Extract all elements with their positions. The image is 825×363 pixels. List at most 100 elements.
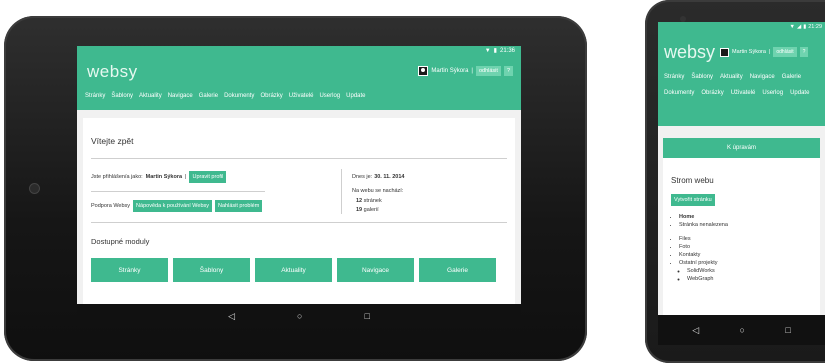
logged-in-line: Jste přihlášen/a jako: Martin Sýkora | U… bbox=[91, 169, 331, 185]
create-page-button[interactable]: Vytvořit stránku bbox=[671, 194, 715, 206]
wifi-icon: ▼ bbox=[484, 47, 491, 54]
module-stranky[interactable]: Stránky bbox=[91, 258, 168, 282]
user-separator: | bbox=[768, 49, 771, 55]
modules-grid: Stránky Šablony Aktuality Navigace Galer… bbox=[91, 258, 507, 282]
pages-count: 12 bbox=[356, 198, 363, 204]
galleries-count: 19 bbox=[356, 207, 363, 213]
logged-in-name: Martin Sýkora bbox=[145, 174, 183, 180]
site-stats: Dnes je: 30. 11. 2014 Na webu se nachází… bbox=[341, 169, 404, 214]
tree-title: Strom webu bbox=[671, 176, 714, 185]
module-galerie[interactable]: Galerie bbox=[419, 258, 496, 282]
support-label: Podpora Websy bbox=[91, 203, 131, 209]
web-contains-label: Na webu se nachází: bbox=[352, 188, 404, 194]
nav-item-update[interactable]: Update bbox=[346, 93, 365, 99]
info-row: Jste přihlášen/a jako: Martin Sýkora | U… bbox=[91, 169, 507, 214]
home-icon[interactable]: ○ bbox=[297, 311, 302, 321]
websy-logo[interactable]: websy bbox=[664, 42, 715, 63]
nav-item-userlog[interactable]: Userlog bbox=[762, 90, 783, 96]
tablet-camera bbox=[30, 184, 39, 193]
battery-icon: ▮ bbox=[803, 24, 807, 30]
nav-item-stranky[interactable]: Stránky bbox=[85, 93, 105, 99]
tree-item[interactable]: Foto bbox=[679, 244, 820, 252]
divider bbox=[91, 222, 507, 223]
tree-item[interactable]: Kontakty bbox=[679, 252, 820, 260]
tree-item[interactable]: Home bbox=[679, 214, 820, 222]
galleries-stat: 19 galerií bbox=[356, 207, 404, 213]
user-name[interactable]: Martin Sýkora bbox=[732, 49, 766, 55]
nav-item-uzivatele[interactable]: Uživatelé bbox=[289, 93, 314, 99]
android-nav-bar: ◁ ○ □ bbox=[77, 304, 521, 328]
nav-item-navigace[interactable]: Navigace bbox=[750, 74, 775, 80]
report-problem-button[interactable]: Nahlásit problém bbox=[215, 200, 263, 212]
nav-item-sablony[interactable]: Šablony bbox=[111, 93, 133, 99]
nav-item-galerie[interactable]: Galerie bbox=[782, 74, 801, 80]
edit-profile-button[interactable]: Upravit profil bbox=[189, 171, 227, 183]
divider bbox=[91, 158, 507, 159]
nav-item-userlog[interactable]: Userlog bbox=[319, 93, 340, 99]
status-bar: ▼ ◢ ▮ 21:29 bbox=[658, 22, 825, 32]
main-nav: Stránky Šablony Aktuality Navigace Galer… bbox=[664, 74, 814, 96]
today-line: Dnes je: 30. 11. 2014 bbox=[352, 169, 404, 185]
logout-button[interactable]: odhlásit bbox=[475, 66, 501, 76]
wifi-icon: ▼ bbox=[789, 24, 795, 30]
tree-item[interactable]: Stránka nenalezena bbox=[679, 222, 820, 230]
recent-apps-icon[interactable]: □ bbox=[364, 311, 369, 321]
android-nav-bar: ◁ ○ □ bbox=[658, 315, 825, 345]
devices-showcase: ▼ ▮ 21:36 websy Martin Sýkora | odhlásit… bbox=[0, 0, 825, 363]
websy-logo[interactable]: websy bbox=[87, 62, 138, 82]
phone-screen: ▼ ◢ ▮ 21:29 websy Martin Sýkora | odhlás… bbox=[658, 22, 825, 345]
user-separator: | bbox=[471, 68, 473, 74]
status-time: 21:29 bbox=[808, 24, 822, 30]
galleries-label: galerií bbox=[363, 207, 379, 213]
back-icon[interactable]: ◁ bbox=[228, 311, 235, 322]
site-tree-panel: K úpravám Strom webu Vytvořit stránku Ho… bbox=[663, 138, 820, 318]
nav-item-navigace[interactable]: Navigace bbox=[168, 93, 193, 99]
tree-subitem[interactable]: WebGraph bbox=[687, 276, 820, 284]
nav-item-aktuality[interactable]: Aktuality bbox=[720, 74, 743, 80]
nav-item-sablony[interactable]: Šablony bbox=[691, 74, 713, 80]
tree-item[interactable]: Files bbox=[679, 236, 820, 244]
logout-button[interactable]: odhlásit bbox=[773, 47, 797, 57]
nav-item-obrazky[interactable]: Obrázky bbox=[260, 93, 282, 99]
tree-item[interactable]: Ostatní projekty bbox=[679, 260, 820, 268]
user-name[interactable]: Martin Sýkora bbox=[431, 68, 468, 74]
today-label: Dnes je: bbox=[352, 174, 373, 180]
divider bbox=[91, 191, 265, 192]
pages-label: stránek bbox=[363, 198, 382, 204]
nav-item-obrazky[interactable]: Obrázky bbox=[701, 90, 723, 96]
nav-item-stranky[interactable]: Stránky bbox=[664, 74, 684, 80]
pages-stat: 12 stránek bbox=[356, 198, 404, 204]
account-info: Jste přihlášen/a jako: Martin Sýkora | U… bbox=[91, 169, 331, 214]
status-time: 21:36 bbox=[499, 47, 515, 54]
welcome-title: Vítejte zpět bbox=[91, 136, 134, 146]
modules-title: Dostupné moduly bbox=[91, 237, 150, 246]
edit-mode-bar[interactable]: K úpravám bbox=[663, 138, 820, 158]
user-avatar-icon bbox=[720, 47, 729, 57]
signal-icon: ◢ bbox=[796, 24, 802, 30]
app-header: websy Martin Sýkora | odhlásit ? Stránky… bbox=[77, 55, 521, 110]
nav-item-uzivatele[interactable]: Uživatelé bbox=[731, 90, 756, 96]
help-docs-button[interactable]: Nápověda k používání Websy bbox=[133, 200, 213, 212]
help-button[interactable]: ? bbox=[799, 47, 809, 57]
module-sablony[interactable]: Šablony bbox=[173, 258, 250, 282]
page-tree: Home Stránka nenalezena Files Foto Konta… bbox=[679, 214, 820, 284]
nav-item-update[interactable]: Update bbox=[790, 90, 809, 96]
user-panel: Martin Sýkora | odhlásit ? bbox=[418, 66, 513, 76]
logged-in-sep: | bbox=[185, 174, 187, 180]
help-button[interactable]: ? bbox=[503, 66, 513, 76]
nav-item-galerie[interactable]: Galerie bbox=[199, 93, 218, 99]
tablet-screen: ▼ ▮ 21:36 websy Martin Sýkora | odhlásit… bbox=[77, 46, 521, 328]
nav-item-aktuality[interactable]: Aktuality bbox=[139, 93, 162, 99]
status-bar: ▼ ▮ 21:36 bbox=[77, 46, 521, 55]
back-icon[interactable]: ◁ bbox=[692, 325, 699, 336]
tree-subitem[interactable]: SolidWorks bbox=[687, 268, 820, 276]
home-icon[interactable]: ○ bbox=[740, 325, 745, 335]
dashboard-panel: Vítejte zpět Jste přihlášen/a jako: Mart… bbox=[83, 118, 515, 304]
nav-item-dokumenty[interactable]: Dokumenty bbox=[224, 93, 254, 99]
nav-item-dokumenty[interactable]: Dokumenty bbox=[664, 90, 694, 96]
recent-apps-icon[interactable]: □ bbox=[785, 325, 790, 335]
app-header: websy Martin Sýkora | odhlásit ? Stránky… bbox=[658, 32, 825, 126]
module-navigace[interactable]: Navigace bbox=[337, 258, 414, 282]
module-aktuality[interactable]: Aktuality bbox=[255, 258, 332, 282]
user-panel: Martin Sýkora | odhlásit ? bbox=[720, 47, 809, 57]
